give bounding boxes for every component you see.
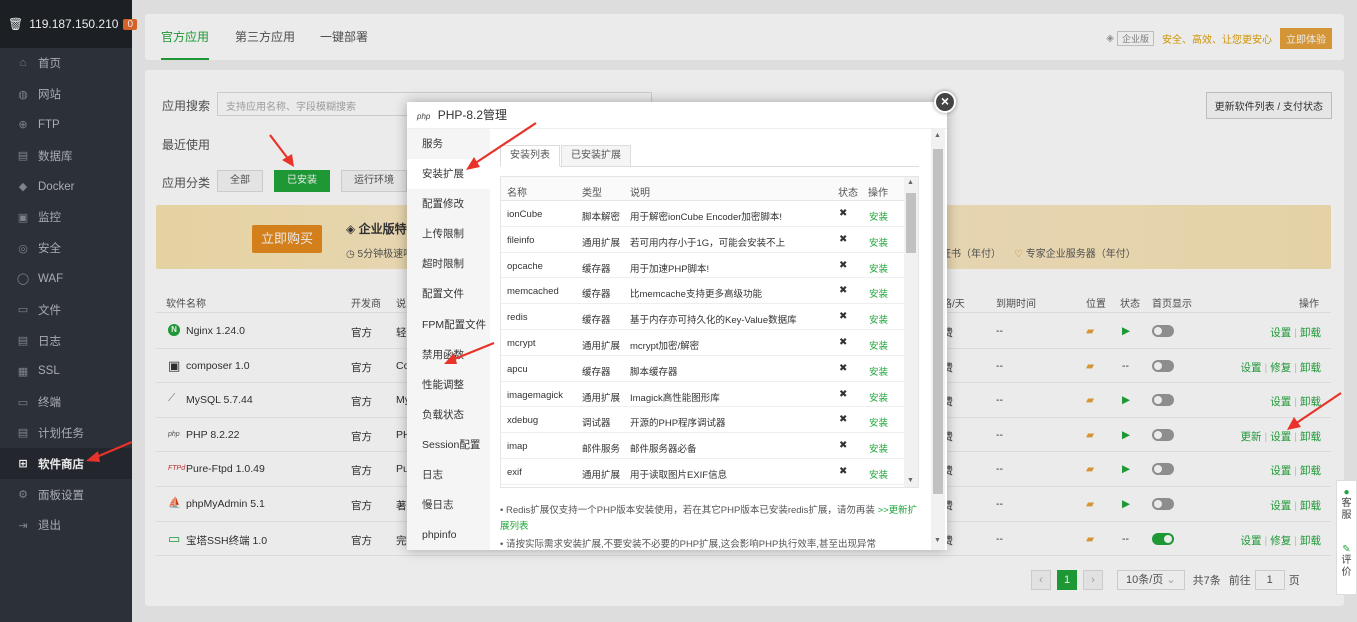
arrow-to-install-ext bbox=[473, 122, 537, 165]
arrow-to-disabled-funcs bbox=[451, 341, 495, 362]
annotation-arrows bbox=[86, 122, 1342, 462]
arrow-to-store-head bbox=[86, 451, 100, 462]
arrow-to-install-ext-head bbox=[466, 157, 480, 170]
arrow-to-php-settings bbox=[1294, 392, 1342, 425]
arrow-to-installed-head bbox=[282, 154, 294, 167]
arrow-to-installed bbox=[269, 134, 290, 161]
arrow-to-store bbox=[93, 440, 133, 460]
arrow-to-php-settings-head bbox=[1287, 417, 1301, 430]
arrow-to-disabled-funcs-head bbox=[444, 353, 457, 364]
